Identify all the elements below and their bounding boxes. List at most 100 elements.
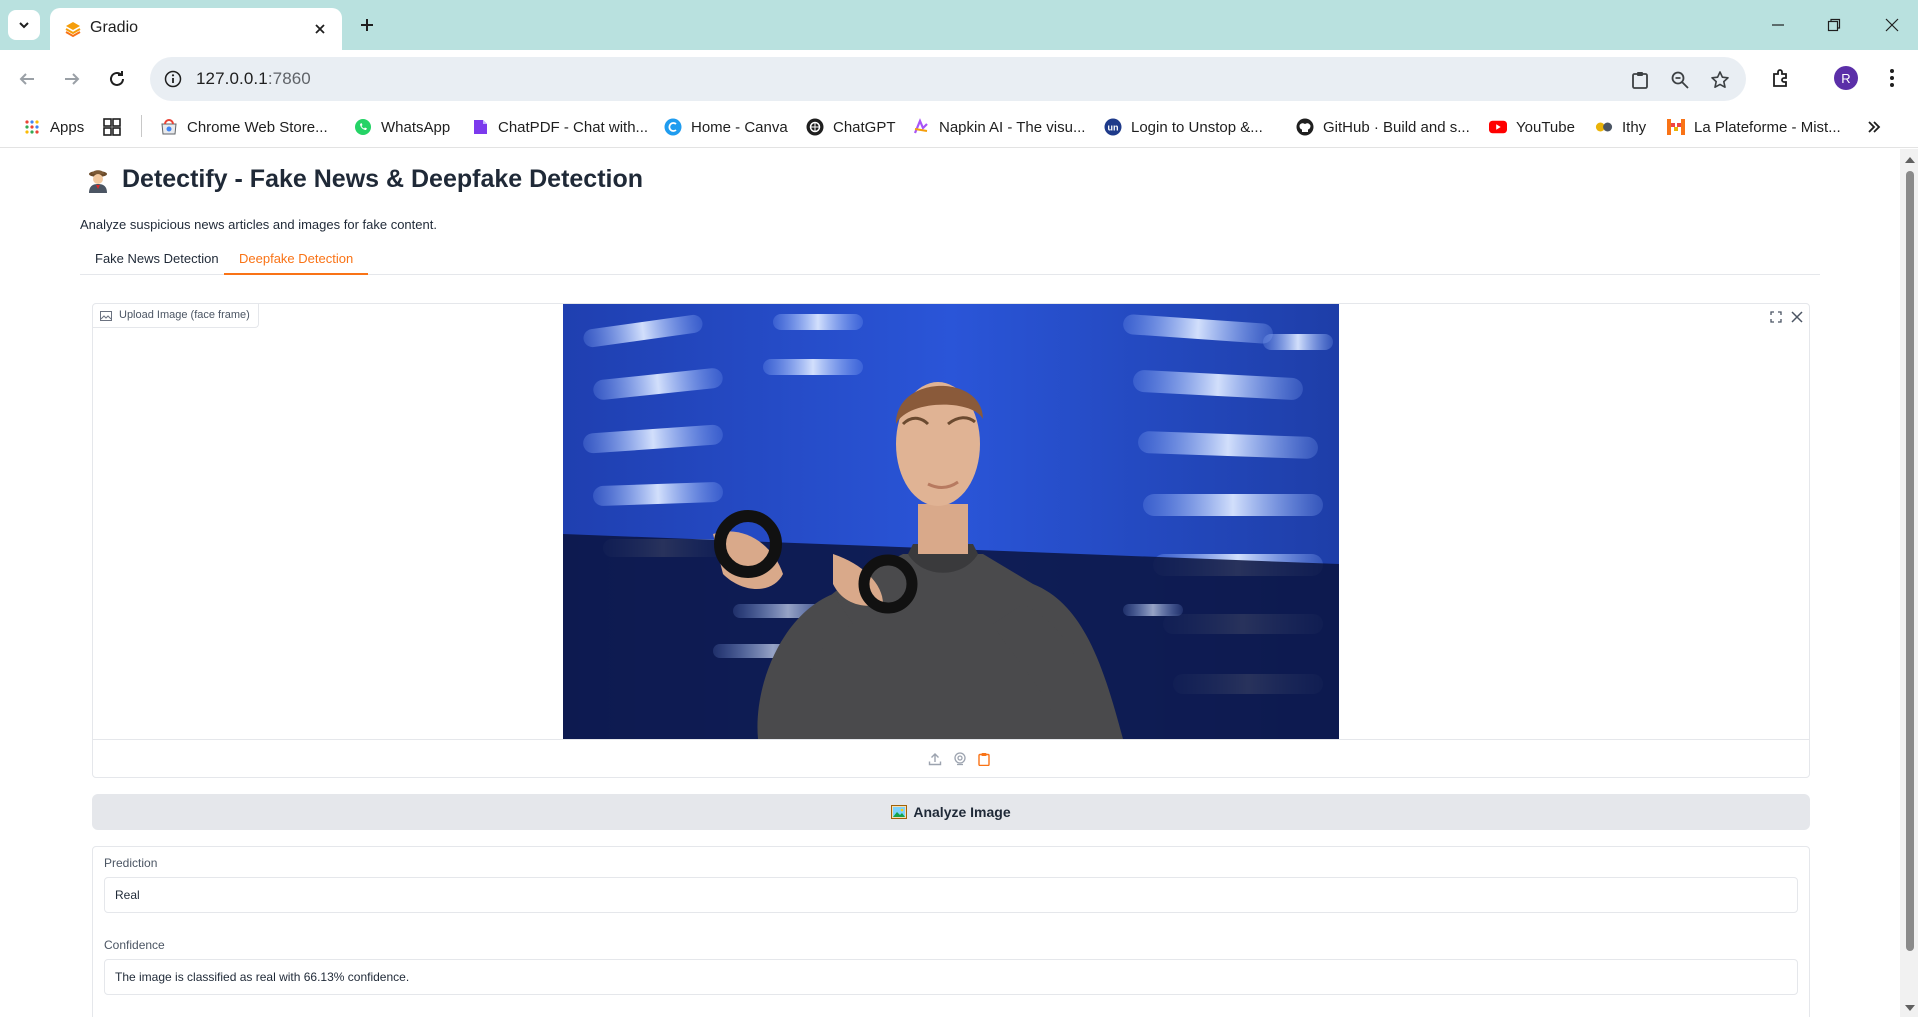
unstop-icon: un [1104,118,1122,136]
bookmark-unstop[interactable]: un Login to Unstop &... [1104,115,1263,139]
image-upload-component[interactable]: Upload Image (face frame) [92,303,1810,778]
bookmark-napkin[interactable]: Napkin AI - The visu... [912,115,1085,139]
chevron-down-icon [19,22,29,29]
bookmark-label: ChatGPT [833,118,896,136]
mistral-icon [1667,118,1685,136]
bookmark-label: Login to Unstop &... [1131,118,1263,136]
youtube-icon [1489,118,1507,136]
browser-toolbar: 127.0.0.1:7860 R [0,50,1918,106]
uploaded-image [563,304,1339,739]
gradio-favicon-icon [65,22,81,38]
webcam-icon[interactable] [951,750,969,768]
bookmark-chatgpt[interactable]: ChatGPT [806,115,896,139]
tab-fake-news-detection[interactable]: Fake News Detection [80,243,234,275]
bookmarks-bar: Apps Chrome Web Store... WhatsApp ChatPD… [0,106,1918,148]
scroll-up-arrow-icon[interactable] [1905,157,1915,163]
bookmark-label: ChatPDF - Chat with... [498,118,649,136]
bookmark-chrome-web-store[interactable]: Chrome Web Store... [160,115,328,139]
bookmark-ithy[interactable]: Ithy [1595,115,1646,139]
minimize-window-icon[interactable] [1758,10,1798,40]
bookmark-mistral[interactable]: La Plateforme - Mist... [1667,115,1841,139]
tab-groups-icon [103,118,121,136]
bookmark-label: Napkin AI - The visu... [939,118,1086,136]
svg-text:un: un [1108,123,1119,133]
close-tab-icon[interactable] [308,17,332,41]
more-bookmarks-chevron-icon[interactable] [1866,115,1882,139]
page-description: Analyze suspicious news articles and ima… [80,217,437,232]
scroll-down-arrow-icon[interactable] [1905,1005,1915,1011]
framed-picture-icon [891,805,908,819]
url-host: 127.0.0.1 [196,69,268,88]
bookmark-github[interactable]: GitHub · Build and s... [1296,115,1470,139]
fullscreen-icon[interactable] [1766,307,1786,327]
analyze-image-button[interactable]: Analyze Image [92,794,1810,830]
browser-tab-active[interactable]: Gradio [50,8,342,50]
paste-clipboard-icon[interactable] [975,750,993,768]
url-port: :7860 [267,69,311,88]
page-title-text: Detectify - Fake News & Deepfake Detecti… [122,165,644,193]
bookmark-separator [141,115,142,137]
page-title: Detectify - Fake News & Deepfake Detecti… [84,165,643,194]
bookmark-star-icon[interactable] [1708,68,1732,92]
gradio-app: Detectify - Fake News & Deepfake Detecti… [0,149,1900,1017]
bookmark-whatsapp[interactable]: WhatsApp [354,115,450,139]
prediction-output[interactable]: Real [104,877,1798,913]
address-bar[interactable]: 127.0.0.1:7860 [150,57,1746,101]
bookmark-canva[interactable]: Home - Canva [664,115,788,139]
bookmark-tab-groups[interactable] [103,115,130,139]
bookmark-label: Apps [50,118,85,136]
browser-tab-title: Gradio [90,19,139,36]
plus-icon [361,19,373,31]
browser-tabstrip: Gradio [0,0,1918,50]
tab-deepfake-detection[interactable]: Deepfake Detection [224,243,369,275]
reload-icon[interactable] [102,64,132,94]
image-input-label: Upload Image (face frame) [93,304,259,328]
restore-window-icon[interactable] [1814,10,1854,40]
napkin-icon [912,118,930,136]
chatgpt-icon [806,118,824,136]
image-input-label-text: Upload Image (face frame) [119,309,250,321]
url-text: 127.0.0.1:7860 [196,69,311,89]
forward-arrow-icon[interactable] [57,64,87,94]
back-arrow-icon[interactable] [12,64,42,94]
zoom-icon[interactable] [1668,68,1692,92]
tab-search-button[interactable] [8,10,40,40]
profile-avatar[interactable]: R [1834,66,1858,90]
bookmark-label: GitHub · Build and s... [1323,118,1470,136]
clear-image-close-icon[interactable] [1787,307,1807,327]
detective-emoji-icon [89,169,107,193]
chrome-web-store-icon [160,118,178,136]
github-icon [1296,118,1314,136]
bookmark-label: Home - Canva [691,118,788,136]
results-panel: Prediction Real Confidence The image is … [92,846,1810,1017]
image-source-toolbar [93,739,1809,777]
kebab-menu-icon[interactable] [1876,62,1908,94]
canva-icon [664,118,682,136]
prediction-label: Prediction [104,856,158,870]
apps-grid-icon [23,118,41,136]
upload-icon[interactable] [926,750,944,768]
image-icon [100,311,112,321]
close-window-icon[interactable] [1872,10,1912,40]
bookmark-label: Ithy [1622,118,1647,136]
site-info-icon[interactable] [162,68,184,90]
page-scrollbar[interactable] [1900,149,1918,1017]
confidence-label: Confidence [104,938,165,952]
bookmark-label: YouTube [1516,118,1575,136]
clipboard-icon[interactable] [1628,68,1652,92]
bookmark-label: WhatsApp [381,118,451,136]
whatsapp-icon [354,118,372,136]
ithy-icon [1595,118,1613,136]
extensions-puzzle-icon[interactable] [1765,62,1797,94]
bookmark-apps[interactable]: Apps [23,115,84,139]
bookmark-youtube[interactable]: YouTube [1489,115,1575,139]
chatpdf-icon [471,118,489,136]
bookmark-label: Chrome Web Store... [187,118,328,136]
analyze-image-button-label: Analyze Image [913,804,1011,820]
app-tabs: Fake News Detection Deepfake Detection [80,243,1820,275]
confidence-output[interactable]: The image is classified as real with 66.… [104,959,1798,995]
bookmark-chatpdf[interactable]: ChatPDF - Chat with... [471,115,648,139]
bookmark-label: La Plateforme - Mist... [1694,118,1841,136]
new-tab-button[interactable] [352,10,382,40]
scrollbar-thumb[interactable] [1906,171,1914,951]
